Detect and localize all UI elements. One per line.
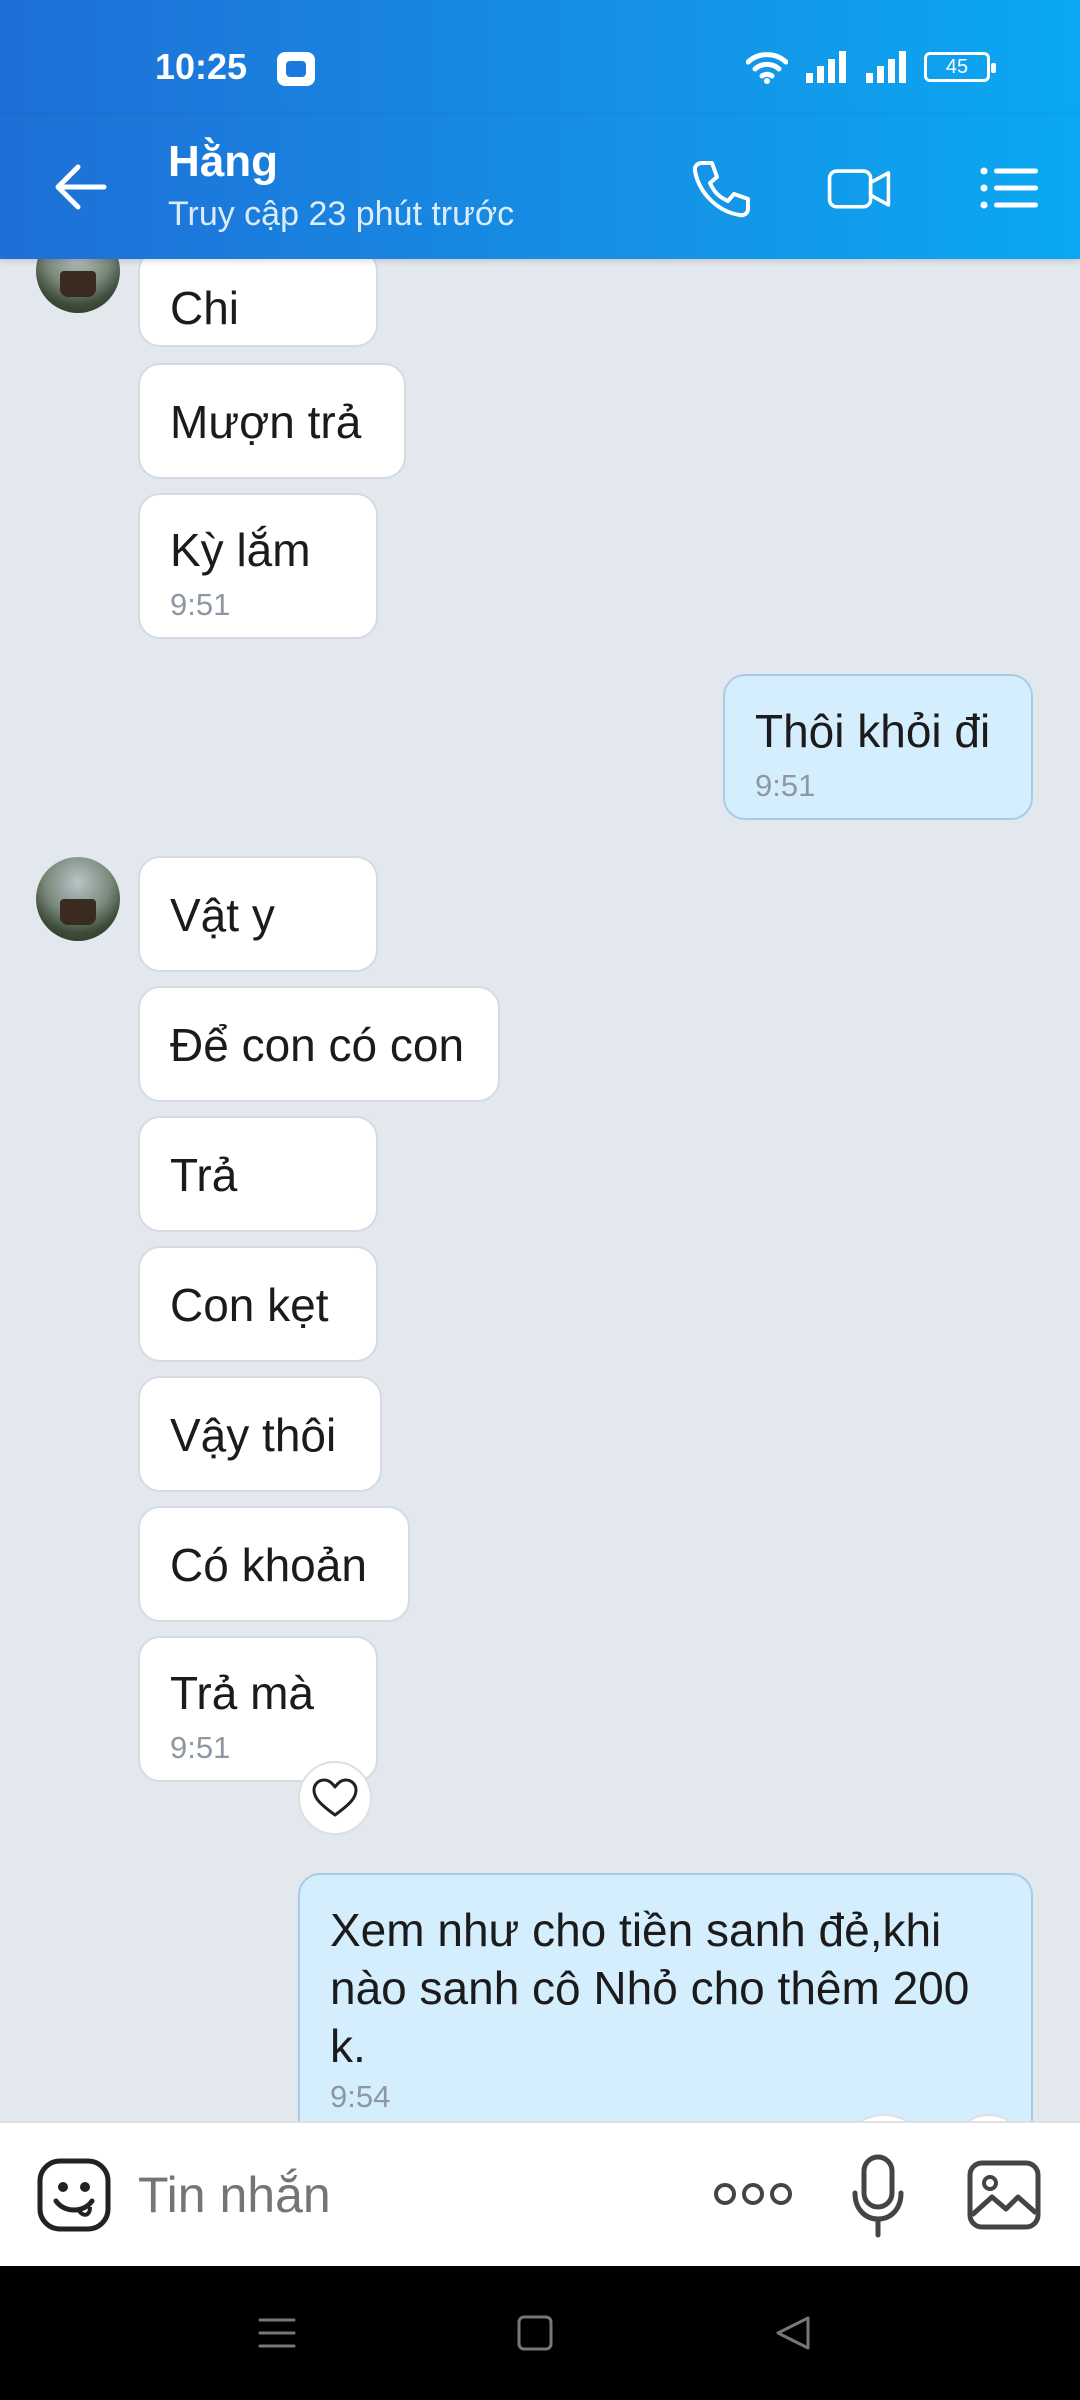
image-gallery-icon[interactable] — [966, 2157, 1042, 2233]
message-input-bar — [0, 2121, 1080, 2266]
message-time: 9:54 — [330, 2079, 391, 2114]
message-bubble-outgoing[interactable]: Xem như cho tiền sanh đẻ,khi nào sanh cô… — [298, 1873, 1033, 2121]
message-time: 9:51 — [170, 587, 231, 622]
message-text: Chi — [170, 282, 240, 334]
battery-icon: 45 — [924, 52, 996, 82]
video-call-icon[interactable] — [826, 155, 892, 221]
message-bubble[interactable]: Vậy thôi — [138, 1376, 382, 1492]
status-bar: 10:25 45 — [0, 0, 1080, 115]
signal-icon — [806, 51, 846, 83]
message-bubble[interactable]: Kỳ lắm 9:51 — [138, 493, 378, 639]
signal-icon-2 — [866, 51, 906, 83]
message-bubble[interactable]: Chi — [138, 259, 378, 347]
message-bubble[interactable]: Để con có con — [138, 986, 500, 1102]
menu-list-icon[interactable] — [976, 155, 1042, 221]
message-text: Mượn trả — [170, 396, 362, 448]
contact-avatar[interactable] — [36, 259, 120, 313]
wifi-icon — [746, 52, 788, 84]
message-bubble[interactable]: Có khoản — [138, 1506, 410, 1622]
message-time: 9:51 — [170, 1730, 231, 1765]
message-input[interactable] — [138, 2165, 658, 2225]
contact-name[interactable]: Hằng — [168, 137, 278, 187]
phone-icon[interactable] — [688, 155, 754, 221]
back-arrow-icon[interactable] — [50, 157, 110, 217]
message-text: Thôi khỏi đi — [755, 705, 991, 757]
message-bubble-outgoing[interactable]: Thôi khỏi đi 9:51 — [723, 674, 1033, 820]
message-text: Trả — [170, 1149, 238, 1201]
contact-avatar[interactable] — [36, 857, 120, 941]
status-time: 10:25 — [155, 46, 248, 87]
microphone-icon[interactable] — [850, 2153, 906, 2239]
message-text: Kỳ lắm — [170, 524, 311, 576]
message-text: Trả mà — [170, 1667, 314, 1719]
message-time: 9:51 — [755, 768, 816, 803]
message-text: Xem như cho tiền sanh đẻ,khi nào sanh cô… — [330, 1904, 970, 2072]
back-nav-icon[interactable] — [770, 2310, 816, 2356]
recent-apps-icon[interactable] — [254, 2310, 300, 2356]
home-icon[interactable] — [512, 2310, 558, 2356]
message-bubble[interactable]: Trả mà 9:51 — [138, 1636, 378, 1782]
message-bubble[interactable]: Mượn trả — [138, 363, 406, 479]
heart-icon — [312, 1778, 358, 1817]
message-text: Vậy thôi — [170, 1409, 337, 1461]
emoji-sticker-icon[interactable] — [36, 2157, 112, 2233]
message-text: Con kẹt — [170, 1279, 329, 1331]
message-bubble[interactable]: Con kẹt — [138, 1246, 378, 1362]
chat-header: Hằng Truy cập 23 phút trước — [0, 115, 1080, 259]
status-indicators: 45 — [746, 50, 996, 84]
zalo-notification-icon — [277, 52, 315, 86]
message-text: Có khoản — [170, 1539, 367, 1591]
message-list[interactable]: Chi Mượn trả Kỳ lắm 9:51 Thôi khỏi đi 9:… — [0, 259, 1080, 2121]
system-nav-bar — [0, 2266, 1080, 2400]
more-options-icon[interactable] — [712, 2179, 794, 2209]
message-text: Để con có con — [170, 1019, 465, 1071]
reaction-button[interactable] — [298, 1761, 372, 1835]
message-text: Vật y — [170, 889, 275, 941]
message-bubble[interactable]: Trả — [138, 1116, 378, 1232]
contact-last-seen: Truy cập 23 phút trước — [168, 195, 515, 233]
message-bubble[interactable]: Vật y — [138, 856, 378, 972]
